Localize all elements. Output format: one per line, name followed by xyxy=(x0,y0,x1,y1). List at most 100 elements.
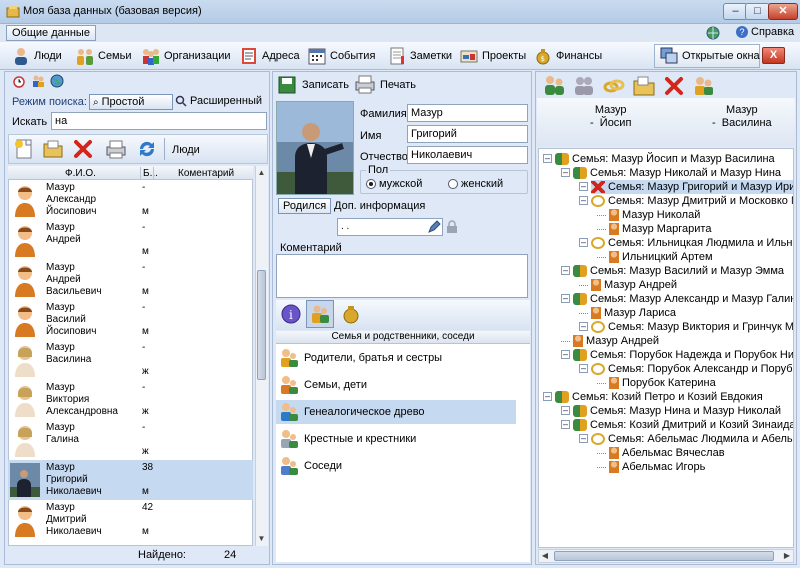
alarm-clock-icon[interactable] xyxy=(12,74,26,88)
tree-expander[interactable]: – xyxy=(543,154,552,163)
tree-node[interactable]: Порубок Катерина xyxy=(609,376,716,390)
help-menu[interactable]: ? Справка xyxy=(736,26,794,39)
search-input[interactable]: на xyxy=(51,112,267,130)
relatives-item[interactable]: Соседи xyxy=(276,454,516,478)
table-row[interactable]: Мазур Дмитрий Николаевич 42 м xyxy=(8,500,253,540)
advanced-mode-button[interactable]: Расширенный xyxy=(175,95,262,107)
tree-expander[interactable] xyxy=(597,257,606,258)
edit-date-icon[interactable] xyxy=(427,220,441,234)
relatives-item[interactable]: Крестные и крестники xyxy=(276,427,516,451)
refresh-icon[interactable] xyxy=(136,138,158,160)
tree-expander[interactable]: – xyxy=(561,168,570,177)
tree-expander[interactable] xyxy=(579,313,588,314)
tree-node[interactable]: Семья: Мазур Нина и Мазур Николай xyxy=(573,404,781,418)
general-data-button[interactable]: Общие данные xyxy=(6,25,96,41)
tree-node[interactable]: Мазур Николай xyxy=(609,208,700,222)
tree-expander[interactable]: – xyxy=(543,392,552,401)
toolbar-projects-button[interactable]: Проекты xyxy=(456,44,529,68)
tree-expander[interactable] xyxy=(597,467,606,468)
printer-icon[interactable] xyxy=(104,138,128,160)
tree-expander[interactable]: – xyxy=(579,322,588,331)
tree-expander[interactable]: – xyxy=(579,182,588,191)
tree-node[interactable]: Семья: Мазур Григорий и Мазур Ирина xyxy=(591,180,793,194)
tree-node[interactable]: Семья: Абельмас Людмила и Абельмас xyxy=(591,432,793,446)
tree-expander[interactable]: – xyxy=(579,434,588,443)
info-icon[interactable]: i xyxy=(280,303,302,325)
table-row[interactable]: Мазур Александр Йосипович - м xyxy=(8,180,253,220)
table-row[interactable]: Мазур Виктория Александровна - ж xyxy=(8,380,253,420)
tree-node[interactable]: Семья: Порубок Надежда и Порубок Николай xyxy=(573,348,793,362)
tab-born[interactable]: Родился xyxy=(278,198,332,214)
col-comment-header[interactable]: Коментарий xyxy=(178,168,234,179)
tree-node[interactable]: Абельмас Игорь xyxy=(609,460,705,474)
tree-expander[interactable]: – xyxy=(561,266,570,275)
people-gray-icon[interactable] xyxy=(572,74,596,98)
tree-node[interactable]: Семья: Мазур Виктория и Гринчук Мирон xyxy=(591,320,793,334)
tree-node[interactable]: Мазур Лариса xyxy=(591,306,676,320)
scroll-down-arrow[interactable]: ▼ xyxy=(255,532,268,546)
lock-icon[interactable] xyxy=(446,220,458,234)
tree-node[interactable]: Семья: Козий Дмитрий и Козий Зинаида xyxy=(573,418,793,432)
delete-icon[interactable] xyxy=(72,138,94,160)
globe-icon[interactable] xyxy=(706,26,720,40)
tree-node[interactable]: Семья: Мазур Николай и Мазур Нина xyxy=(573,166,781,180)
surname-field[interactable]: Мазур xyxy=(407,104,528,122)
scroll-up-arrow[interactable]: ▲ xyxy=(255,166,268,180)
tree-expander[interactable]: – xyxy=(561,350,570,359)
world-icon[interactable] xyxy=(50,74,64,88)
save-button[interactable]: Записать xyxy=(276,74,349,96)
toolbar-events-button[interactable]: События xyxy=(304,44,378,68)
tree-expander[interactable] xyxy=(597,383,606,384)
tree-node[interactable]: Мазур Маргарита xyxy=(609,222,711,236)
comment-textarea[interactable] xyxy=(276,254,528,298)
rings-icon[interactable] xyxy=(602,74,626,98)
tree-node[interactable]: Мазур Андрей xyxy=(573,334,659,348)
tree-expander[interactable]: – xyxy=(561,406,570,415)
close-tab-button[interactable]: X xyxy=(762,47,785,64)
toolbar-finance-button[interactable]: $ Финансы xyxy=(530,44,605,68)
col-b-header[interactable]: Б... xyxy=(143,168,158,179)
simple-mode-button[interactable]: ⌕ Простой xyxy=(89,94,173,110)
relatives-item[interactable]: Семьи, дети xyxy=(276,373,516,397)
user-group-icon[interactable] xyxy=(31,74,45,88)
tree-node[interactable]: Семья: Ильницкая Людмила и Ильницкий xyxy=(591,236,793,250)
relatives-item[interactable]: Родители, братья и сестры xyxy=(276,346,516,370)
tree-node[interactable]: Семья: Козий Петро и Козий Евдокия xyxy=(555,390,763,404)
tree-expander[interactable] xyxy=(597,453,606,454)
relatives-item[interactable]: Генеалогическое древо xyxy=(276,400,516,424)
toolbar-people-button[interactable]: Люди xyxy=(8,44,65,68)
tree-node[interactable]: Абельмас Вячеслав xyxy=(609,446,725,460)
finance-bag-icon[interactable] xyxy=(340,303,362,325)
toolbar-addresses-button[interactable]: Адреса xyxy=(236,44,303,68)
tree-expander[interactable] xyxy=(579,285,588,286)
tree-node[interactable]: Семья: Мазур Александр и Мазур Галина xyxy=(573,292,793,306)
tree-node[interactable]: Семья: Мазур Василий и Мазур Эмма xyxy=(573,264,784,278)
maximize-button[interactable]: □ xyxy=(745,3,770,20)
tree-expander[interactable]: – xyxy=(561,294,570,303)
tree-node[interactable]: Семья: Мазур Йосип и Мазур Василина xyxy=(555,152,775,166)
patronymic-field[interactable]: Николаевич xyxy=(407,146,528,164)
tree-node[interactable]: Семья: Порубок Александр и Порубок xyxy=(591,362,793,376)
table-row[interactable]: Мазур Андрей Васильевич - м xyxy=(8,260,253,300)
wife-info[interactable]: Мазур - Василина xyxy=(712,104,772,130)
toolbar-organizations-button[interactable]: Организации xyxy=(138,44,234,68)
tree-node[interactable]: Ильницкий Артем xyxy=(609,250,713,264)
person-photo[interactable] xyxy=(276,101,354,195)
husband-info[interactable]: Мазур - Йосип xyxy=(590,104,631,130)
tree-expander[interactable]: – xyxy=(561,420,570,429)
toolbar-notes-button[interactable]: Заметки xyxy=(384,44,455,68)
table-row[interactable]: Мазур Василий Йосипович - м xyxy=(8,300,253,340)
table-row[interactable]: Мазур Андрей - м xyxy=(8,220,253,260)
toolbar-families-button[interactable]: Семьи xyxy=(72,44,135,68)
tree-scroll-thumb[interactable] xyxy=(554,551,774,561)
female-radio[interactable]: женский xyxy=(448,178,503,190)
open-folder-icon[interactable] xyxy=(42,138,64,160)
tree-scroll-right[interactable]: ▶ xyxy=(780,549,794,563)
tree-node[interactable]: Семья: Мазур Дмитрий и Московко Марина xyxy=(591,194,793,208)
remove-icon[interactable] xyxy=(662,74,686,98)
tree-scroll-left[interactable]: ◀ xyxy=(538,549,552,563)
tree-expander[interactable] xyxy=(597,215,606,216)
new-record-icon[interactable] xyxy=(13,138,35,160)
table-row[interactable]: Мазур Василина - ж xyxy=(8,340,253,380)
print-button[interactable]: Печать xyxy=(354,74,416,96)
